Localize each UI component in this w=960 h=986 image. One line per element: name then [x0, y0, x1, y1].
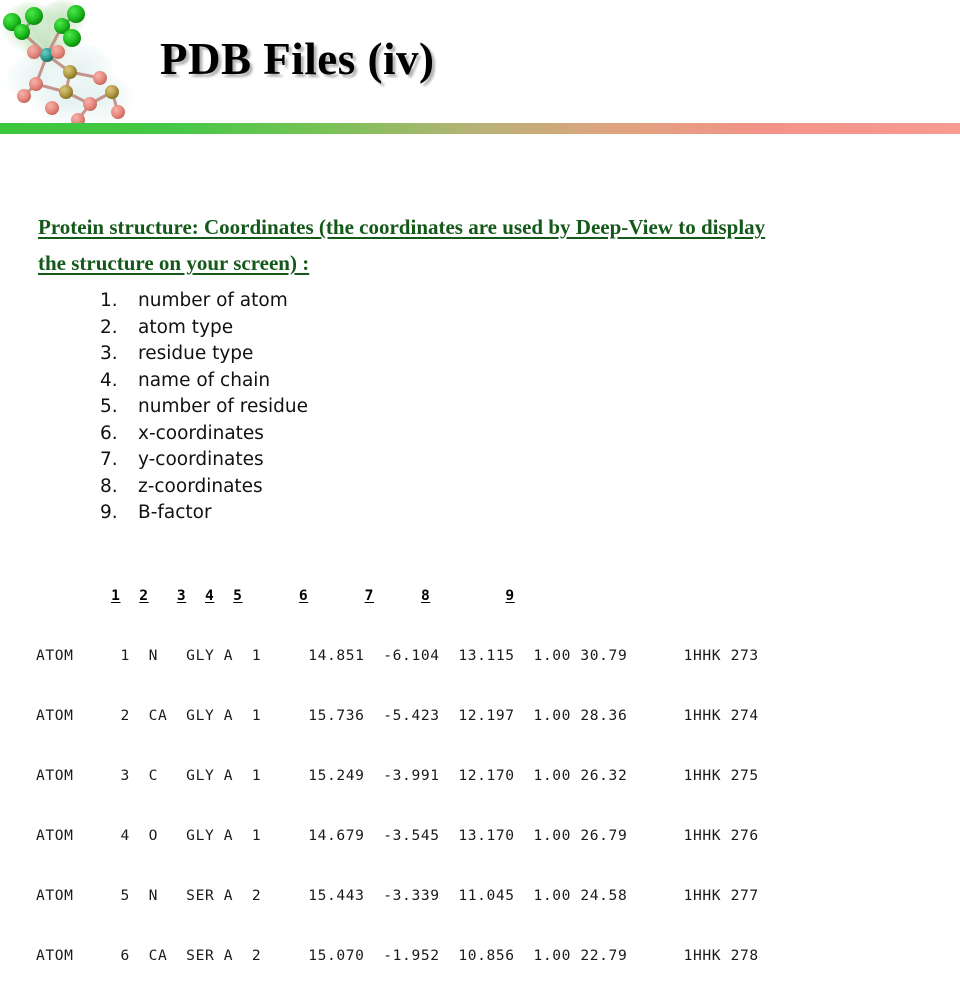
column-marker-8: 8 — [420, 587, 431, 604]
lead-line-2: the structure on your screen) : — [38, 251, 310, 275]
list-item-label: atom type — [138, 316, 234, 338]
pdb-column-index-header: 1 2 3 4 5 6 7 8 9 — [36, 586, 759, 606]
list-item-number: 3. — [100, 343, 118, 364]
column-marker-6: 6 — [298, 587, 309, 604]
table-row: ATOM 2 CA GLY A 1 15.736 -5.423 12.197 1… — [36, 707, 759, 724]
list-item: 7. y-coordinates — [100, 447, 308, 474]
list-item-label: number of atom — [138, 290, 288, 311]
molecular-structure-image — [0, 0, 142, 125]
lead-paragraph: Protein structure: Coordinates (the coor… — [38, 210, 938, 280]
pdb-record-block: 1 2 3 4 5 6 7 8 9 ATOM 1 N GLY A 1 14.85… — [36, 546, 759, 986]
list-item-number: 6. — [100, 422, 118, 444]
header-divider-bar — [0, 123, 960, 134]
page-title: PDB Files (iv) — [160, 34, 435, 84]
column-marker-2: 2 — [139, 587, 149, 604]
table-row: ATOM 6 CA SER A 2 15.070 -1.952 10.856 1… — [36, 947, 759, 964]
list-item-label: name of chain — [138, 369, 271, 391]
pdb-field-list: 1. number of atom 2. atom type 3. residue t… — [100, 288, 308, 527]
list-item-number: 8. — [100, 475, 118, 497]
list-item: 3. residue type — [100, 341, 308, 368]
column-marker-4: 4 — [205, 587, 215, 604]
list-item-label: B-factor — [138, 502, 212, 523]
list-item: 1. number of atom — [100, 288, 308, 315]
list-item: 4. name of chain — [100, 368, 308, 395]
column-marker-7: 7 — [364, 587, 374, 604]
list-item-label: residue type — [138, 343, 254, 364]
list-item-number: 2. — [100, 316, 118, 338]
list-item-label: x-coordinates — [138, 422, 264, 444]
lead-line-1: Protein structure: Coordinates (the coor… — [38, 215, 766, 239]
list-item: 2. atom type — [100, 315, 308, 342]
list-item-label: y-coordinates — [138, 449, 264, 470]
column-marker-9: 9 — [505, 587, 515, 604]
list-item-number: 9. — [100, 502, 118, 523]
list-item: 5. number of residue — [100, 394, 308, 421]
list-item-number: 1. — [100, 290, 118, 311]
column-marker-5: 5 — [233, 587, 243, 604]
table-row: ATOM 3 C GLY A 1 15.249 -3.991 12.170 1.… — [36, 767, 759, 784]
slide-header: PDB Files (iv) — [0, 0, 960, 130]
column-marker-spacer — [36, 587, 111, 604]
table-row: ATOM 4 O GLY A 1 14.679 -3.545 13.170 1.… — [36, 827, 759, 844]
list-item-number: 7. — [100, 449, 118, 470]
list-item-number: 4. — [100, 369, 118, 391]
column-marker-3: 3 — [176, 587, 187, 604]
list-item-label: z-coordinates — [138, 475, 263, 497]
list-item: 9. B-factor — [100, 500, 308, 527]
list-item: 6. x-coordinates — [100, 421, 308, 448]
table-row: ATOM 5 N SER A 2 15.443 -3.339 11.045 1.… — [36, 887, 759, 904]
list-item-label: number of residue — [138, 396, 309, 417]
table-row: ATOM 1 N GLY A 1 14.851 -6.104 13.115 1.… — [36, 647, 759, 664]
list-item-number: 5. — [100, 396, 118, 417]
list-item: 8. z-coordinates — [100, 474, 308, 501]
